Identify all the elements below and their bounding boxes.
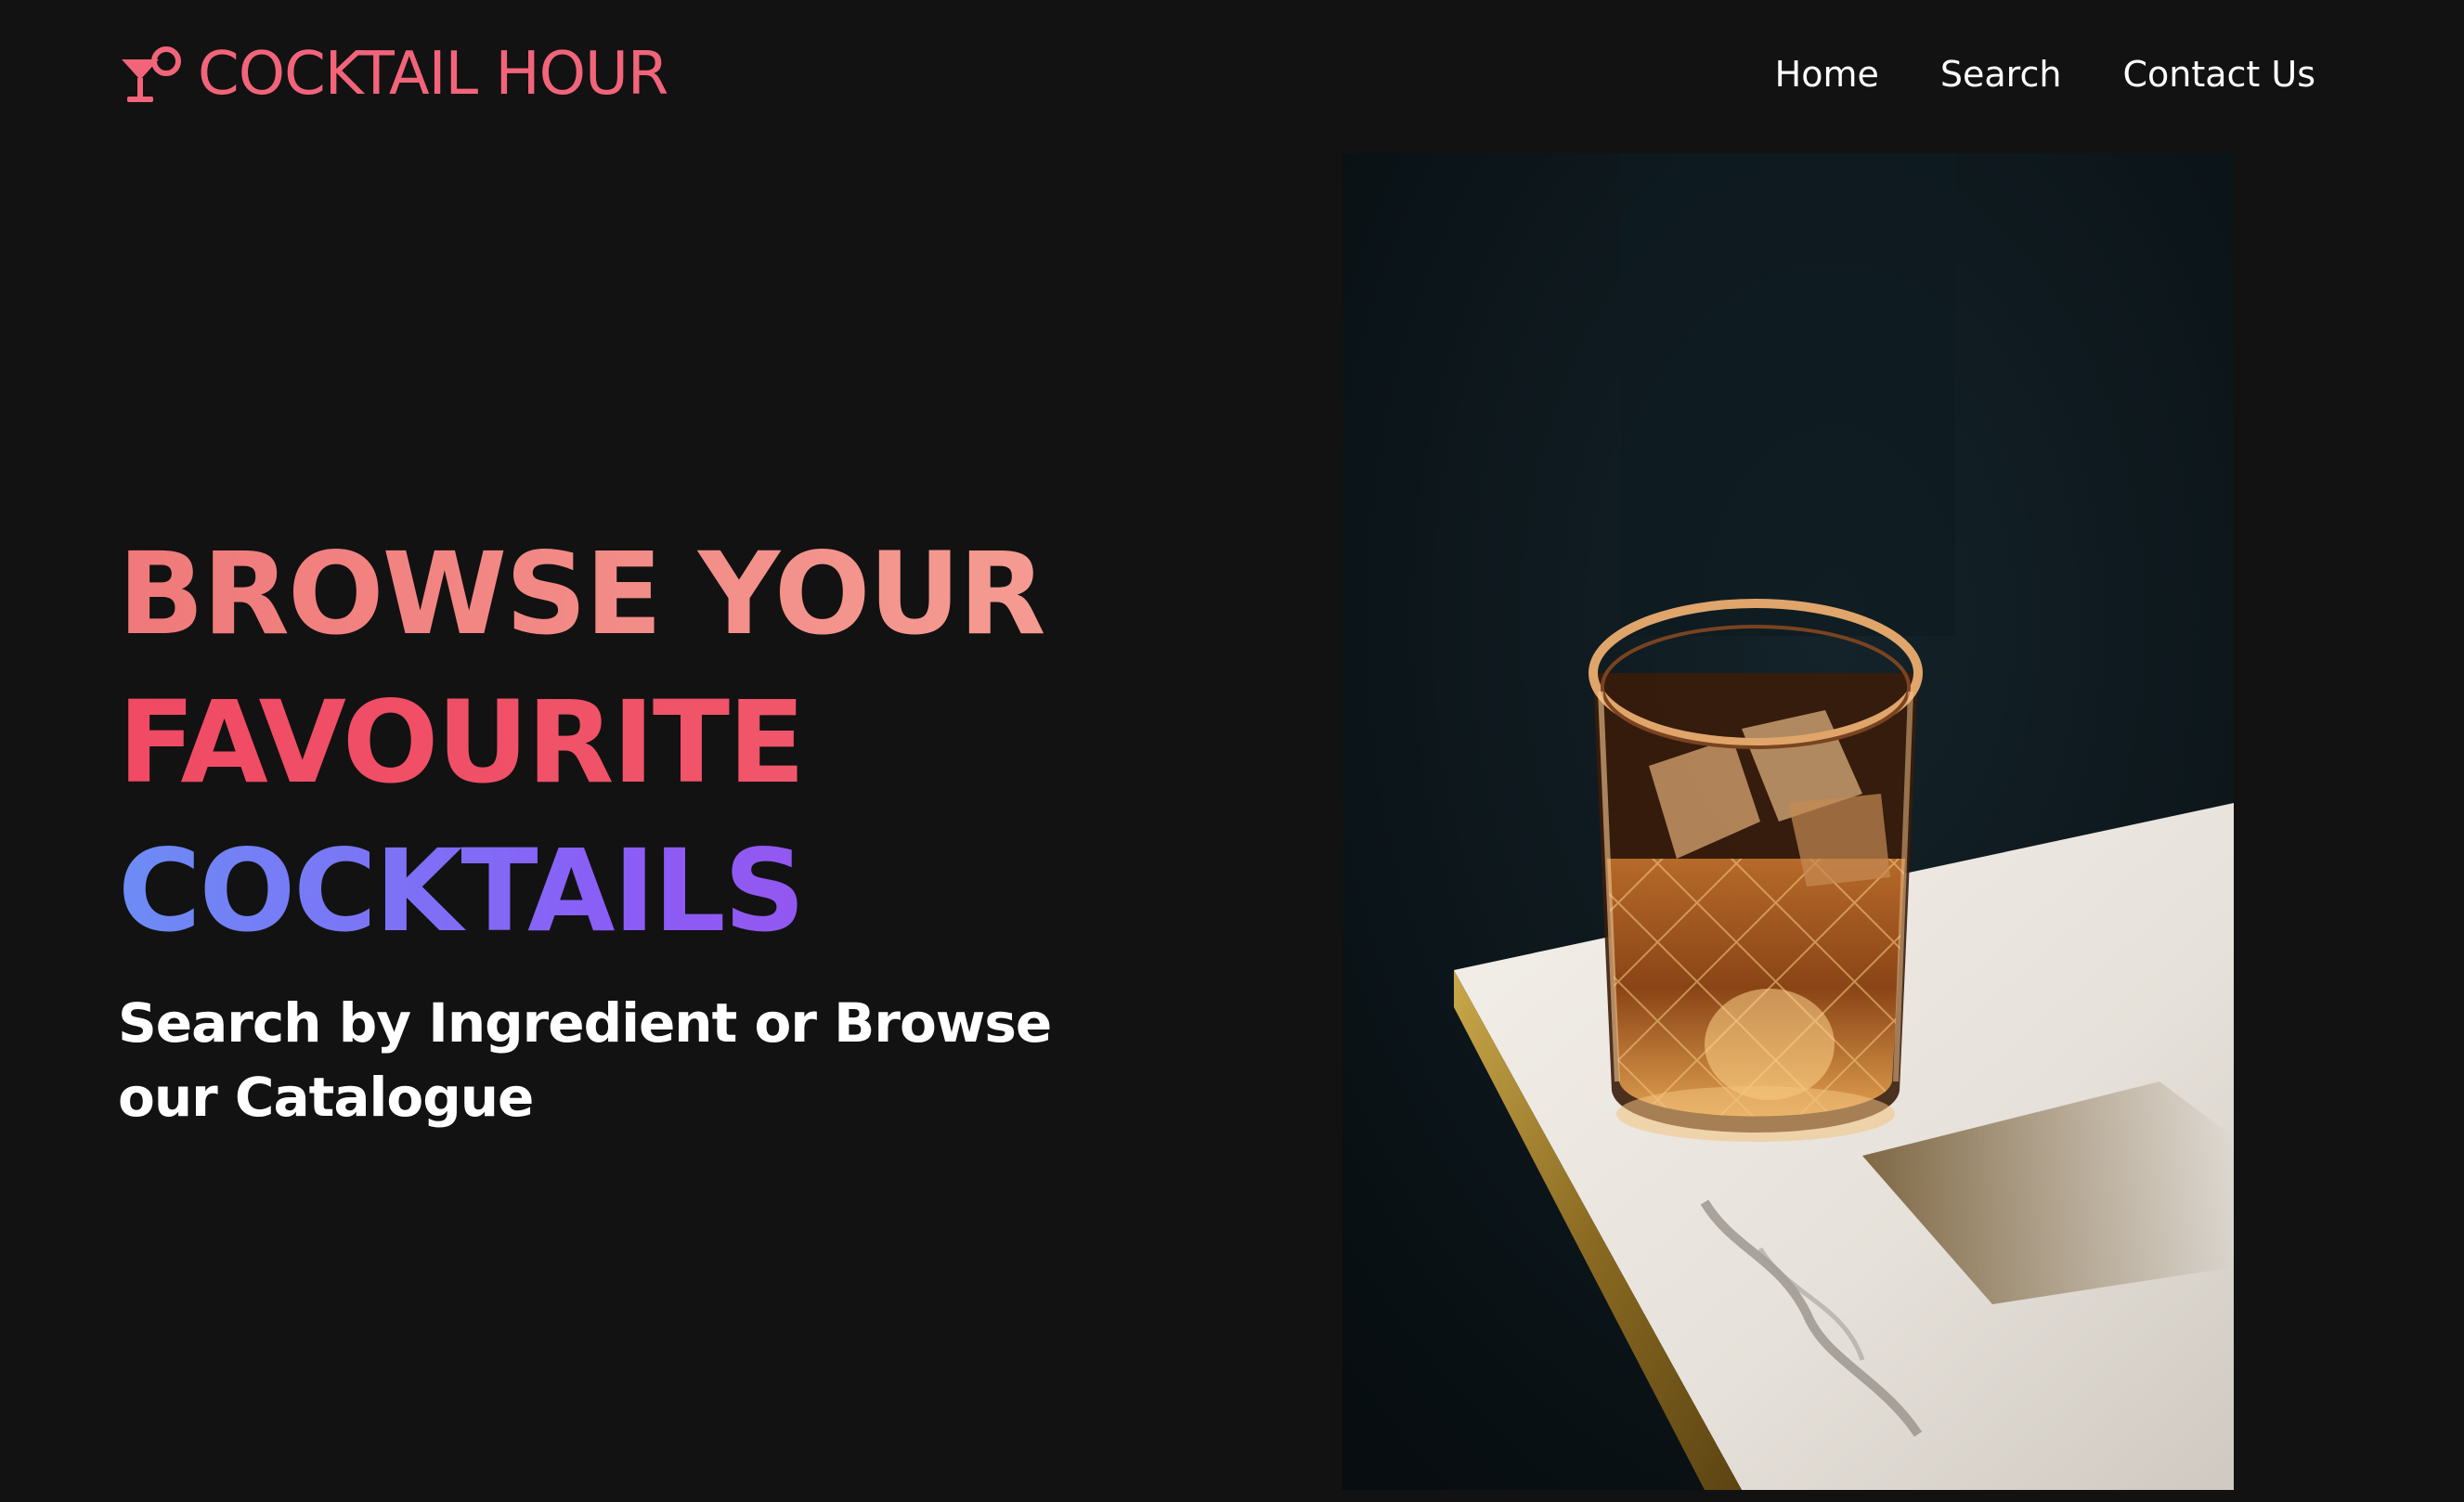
main-nav: Home Search Contact Us — [1775, 46, 2315, 102]
brand-name: COCKTAIL HOUR — [198, 40, 668, 109]
cocktail-glass-icon — [118, 43, 185, 106]
hero-image — [1342, 153, 2234, 1490]
hero-title-line-1: BROWSE YOUR — [118, 520, 1046, 668]
nav-link-contact-us[interactable]: Contact Us — [2122, 46, 2315, 102]
nav-link-search[interactable]: Search — [1940, 46, 2062, 102]
hero-title: BROWSE YOUR FAVOURITE COCKTAILS — [118, 520, 1046, 965]
hero-title-line-3: COCKTAILS — [118, 817, 1044, 965]
hero-subtitle: Search by Ingredient or Browse our Catal… — [118, 991, 1052, 1129]
hero-title-line-2: FAVOURITE — [118, 668, 1044, 817]
nav-link-home[interactable]: Home — [1775, 46, 1879, 102]
brand-logo[interactable]: COCKTAIL HOUR — [118, 41, 668, 108]
